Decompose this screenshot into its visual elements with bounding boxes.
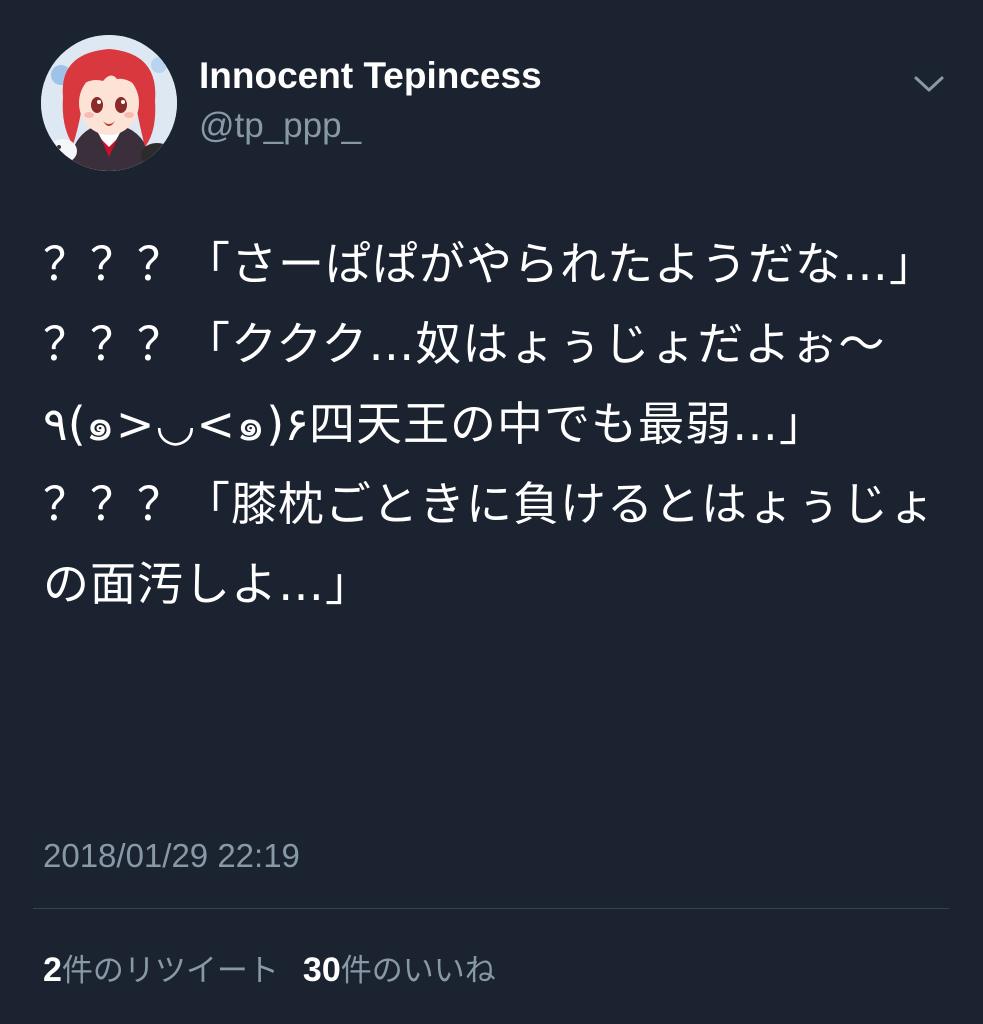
like-stat[interactable]: 30 件のいいね <box>303 945 496 990</box>
like-count: 30 <box>302 950 341 989</box>
like-label: 件のいいね <box>340 952 496 989</box>
tweet-stats: 2 件のリツイート 30 件のいいね <box>43 944 520 990</box>
avatar-illustration <box>41 35 177 171</box>
divider <box>33 908 949 909</box>
author-name[interactable]: Innocent Tepincess <box>199 54 542 98</box>
retweet-label: 件のリツイート <box>61 952 279 989</box>
anime-girl-avatar[interactable] <box>41 35 177 171</box>
tweet-card: Innocent Tepincess @tp_ppp_ ？？？「さーぱぱがやられ… <box>0 0 983 1024</box>
chevron-down-icon[interactable] <box>904 66 954 102</box>
retweet-stat[interactable]: 2 件のリツイート <box>43 945 279 990</box>
tweet-timestamp[interactable]: 2018/01/29 22:19 <box>43 834 300 878</box>
retweet-count: 2 <box>43 950 62 989</box>
author-handle[interactable]: @tp_ppp_ <box>199 104 361 148</box>
tweet-text: ？？？「さーぱぱがやられたようだな…」 ？？？「ククク…奴はょぅじょだよぉ〜٩(… <box>43 237 936 611</box>
